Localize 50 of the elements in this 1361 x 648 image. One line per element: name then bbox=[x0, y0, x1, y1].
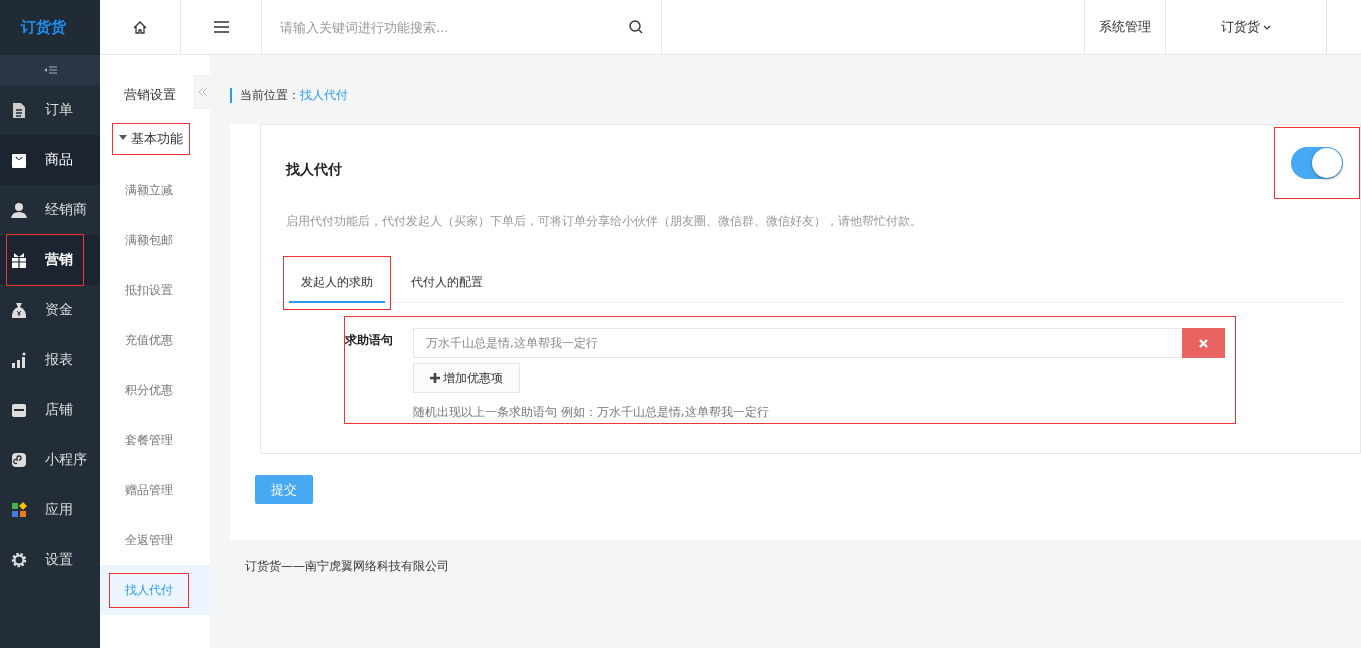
submenu-item[interactable]: 赠品管理 bbox=[100, 465, 210, 515]
nav-item[interactable]: 应用 bbox=[11, 485, 77, 535]
search-icon[interactable] bbox=[629, 20, 643, 34]
submenu-item[interactable]: 套餐管理 bbox=[100, 415, 210, 465]
nav-item[interactable]: 经销商 bbox=[11, 185, 91, 235]
delete-button[interactable] bbox=[1182, 328, 1225, 358]
help-text: 随机出现以上一条求助语句 例如：万水千山总是情,这单帮我一定行 bbox=[413, 404, 770, 421]
account-dropdown[interactable]: 订货货 bbox=[1221, 18, 1271, 36]
nav-item[interactable]: 设置 bbox=[11, 535, 77, 585]
money-bag-icon bbox=[11, 302, 27, 318]
collapse-menu-icon[interactable] bbox=[43, 65, 57, 75]
close-icon bbox=[1199, 338, 1208, 348]
nav-item[interactable]: 资金 bbox=[11, 285, 77, 335]
system-link[interactable]: 系统管理 bbox=[1099, 18, 1151, 36]
footer-text: 订货货——南宁虎翼网络科技有限公司 bbox=[245, 558, 450, 575]
gift-icon bbox=[11, 252, 27, 268]
submenu-item[interactable]: 满额包邮 bbox=[100, 215, 210, 265]
description-text: 启用代付功能后，代付发起人（买家）下单后，可将订单分享给小伙伴（朋友圈、微信群、微信好友），请他帮忙付款。 bbox=[286, 213, 923, 230]
apps-grid-icon bbox=[11, 502, 27, 518]
bar-chart-icon bbox=[11, 352, 27, 368]
phrase-input[interactable]: 万水千山总是情,这单帮我一定行 bbox=[413, 328, 1182, 358]
bag-icon bbox=[11, 152, 27, 168]
person-icon bbox=[11, 202, 27, 218]
field-label: 求助语句 bbox=[345, 332, 394, 349]
nav-item[interactable]: 报表 bbox=[11, 335, 77, 385]
submenu-item[interactable]: 抵扣设置 bbox=[100, 265, 210, 315]
submenu-title: 营销设置 bbox=[124, 86, 176, 104]
document-icon bbox=[11, 102, 27, 118]
menu-group[interactable]: 基本功能 bbox=[113, 124, 189, 154]
submenu-item[interactable]: 积分优惠 bbox=[100, 365, 210, 415]
tab[interactable]: 代付人的配置 bbox=[399, 257, 495, 303]
home-icon[interactable] bbox=[132, 19, 148, 35]
submenu-item[interactable]: 充值优惠 bbox=[100, 315, 210, 365]
highlight-frame: 找人代付 bbox=[109, 572, 189, 608]
submenu-item[interactable]: 全返管理 bbox=[100, 515, 210, 565]
mini-program-icon bbox=[11, 452, 27, 468]
breadcrumb-label: 当前位置： bbox=[240, 87, 300, 104]
toggle-switch[interactable] bbox=[1291, 147, 1343, 179]
nav-item[interactable]: 店铺 bbox=[11, 385, 77, 435]
tab[interactable]: 发起人的求助 bbox=[289, 257, 385, 303]
nav-item[interactable]: 小程序 bbox=[11, 435, 91, 485]
menu-icon[interactable] bbox=[213, 21, 229, 33]
section-title: 找人代付 bbox=[286, 160, 342, 179]
store-icon bbox=[11, 402, 27, 418]
submenu-item[interactable]: 满额立减 bbox=[100, 165, 210, 215]
caret-icon bbox=[1263, 23, 1271, 31]
settings-icon bbox=[11, 552, 27, 568]
nav-item[interactable]: 订单 bbox=[11, 85, 77, 135]
add-item-button[interactable]: 增加优惠项 bbox=[413, 363, 520, 393]
plus-icon bbox=[430, 373, 440, 383]
